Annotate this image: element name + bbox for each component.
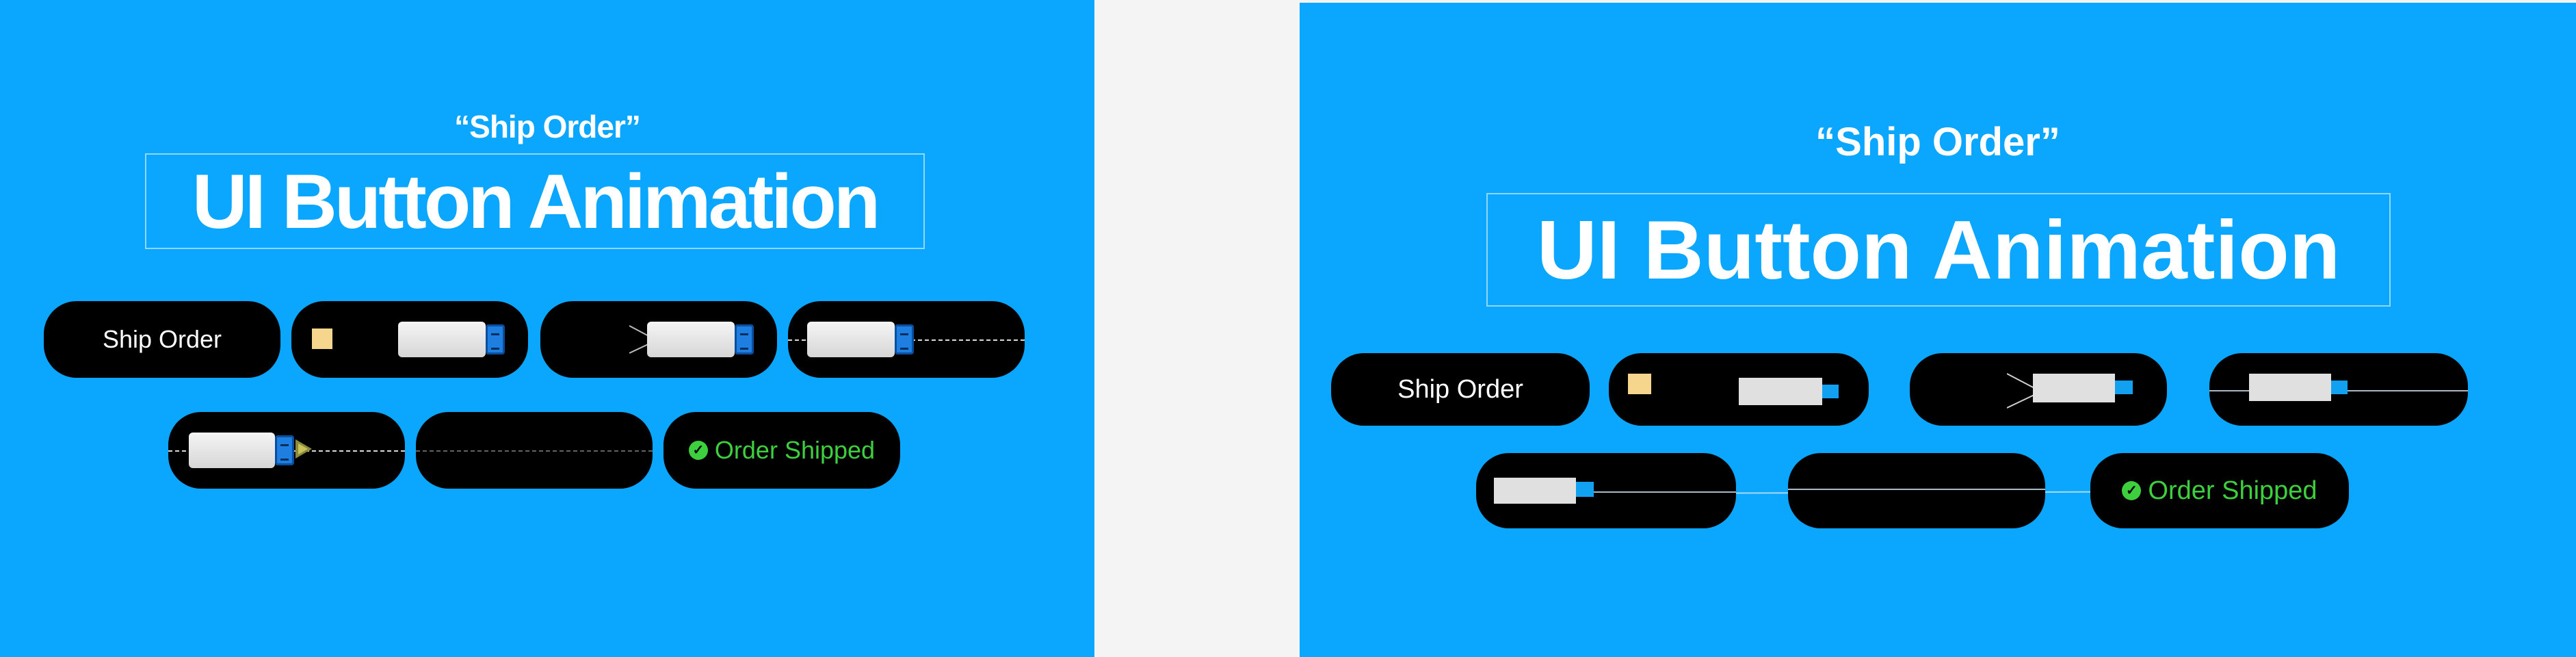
package-note-icon bbox=[1628, 374, 1651, 394]
road-line bbox=[1788, 489, 2045, 490]
truck-body bbox=[1739, 378, 1822, 405]
ship-order-button[interactable]: Ship Order bbox=[1331, 353, 1590, 426]
page-title: UI Button Animation bbox=[1486, 193, 2391, 307]
frame-truck-start bbox=[540, 301, 777, 378]
frame-truck-road bbox=[2209, 353, 2468, 426]
truck-body bbox=[2033, 374, 2115, 402]
frame-truck-gone bbox=[1788, 453, 2045, 528]
frame-truck-gone bbox=[416, 412, 653, 489]
truck-cab-icon bbox=[2115, 381, 2133, 394]
road-line bbox=[416, 450, 653, 452]
ship-order-label: Ship Order bbox=[1397, 374, 1523, 404]
truck-cab-icon bbox=[486, 324, 505, 355]
frame-truck-road bbox=[788, 301, 1025, 378]
frame-truck-drive bbox=[1476, 453, 1736, 528]
panel-right: “Ship Order” UI Button Animation Ship Or… bbox=[1300, 3, 2576, 657]
frame-package-loading bbox=[291, 301, 528, 378]
frame-truck-start bbox=[1910, 353, 2167, 426]
ship-order-button[interactable]: Ship Order bbox=[44, 301, 280, 378]
truck-body bbox=[807, 322, 895, 357]
frame-truck-drive bbox=[168, 412, 405, 489]
truck-cab-icon bbox=[895, 324, 914, 355]
order-shipped-button[interactable]: ✓ Order Shipped bbox=[663, 412, 900, 489]
truck-cab-icon bbox=[1822, 385, 1839, 398]
exhaust-flame-icon bbox=[295, 439, 312, 459]
truck-cab-icon bbox=[1576, 482, 1594, 497]
order-shipped-label: Order Shipped bbox=[2148, 476, 2317, 505]
order-shipped-button[interactable]: ✓ Order Shipped bbox=[2090, 453, 2349, 528]
frame-package-loading bbox=[1609, 353, 1869, 426]
package-note-icon bbox=[312, 328, 332, 349]
panel-left: “Ship Order” UI Button Animation Ship Or… bbox=[0, 0, 1094, 657]
check-circle-icon: ✓ bbox=[2122, 481, 2142, 500]
truck-body bbox=[398, 322, 486, 357]
truck-body bbox=[647, 322, 735, 357]
truck-cab-icon bbox=[735, 324, 754, 355]
subtitle: “Ship Order” bbox=[1815, 120, 2060, 164]
check-circle-icon: ✓ bbox=[688, 441, 708, 460]
subtitle: “Ship Order” bbox=[454, 109, 641, 144]
order-shipped-status: ✓ Order Shipped bbox=[688, 436, 876, 465]
truck-body bbox=[2249, 374, 2331, 401]
road-line bbox=[1586, 491, 1736, 493]
truck-body bbox=[1494, 478, 1576, 504]
order-shipped-status: ✓ Order Shipped bbox=[2122, 476, 2317, 506]
truck-cab-icon bbox=[275, 435, 294, 465]
order-shipped-label: Order Shipped bbox=[714, 436, 876, 464]
truck-cab-icon bbox=[2331, 381, 2348, 394]
ship-order-label: Ship Order bbox=[102, 325, 222, 353]
page-title: UI Button Animation bbox=[145, 153, 925, 249]
truck-body bbox=[189, 433, 275, 468]
